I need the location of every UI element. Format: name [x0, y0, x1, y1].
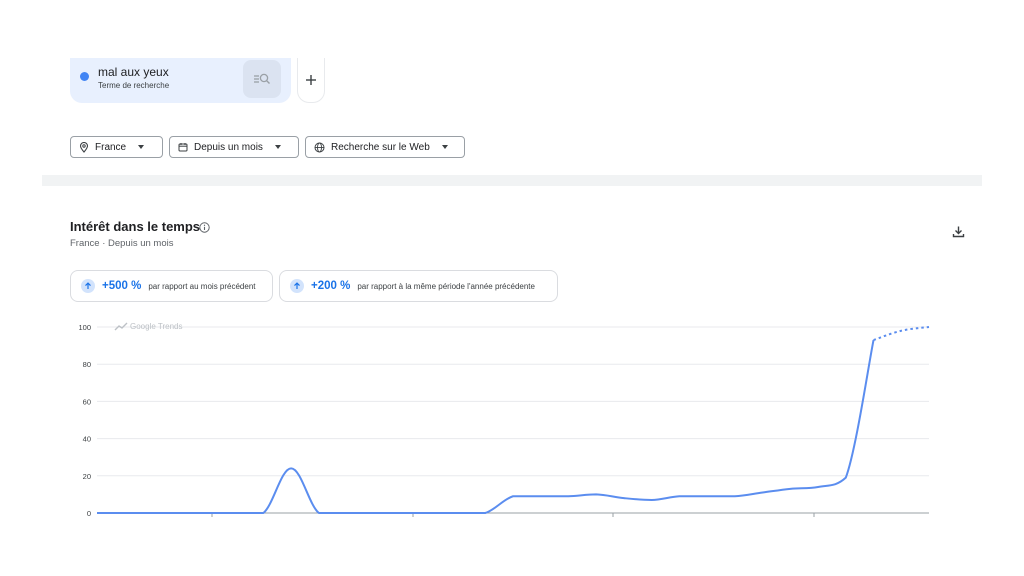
chevron-down-icon [138, 145, 145, 149]
filter-region-label: France [95, 141, 127, 153]
filter-search-type[interactable]: Recherche sur le Web [305, 136, 465, 158]
add-term-button[interactable] [297, 58, 325, 103]
calendar-icon [178, 143, 188, 152]
plus-icon [306, 75, 316, 85]
download-icon[interactable] [952, 225, 965, 238]
chevron-down-icon [274, 145, 281, 149]
chevron-down-icon [441, 145, 448, 149]
y-tick-label: 100 [78, 323, 91, 332]
location-pin-icon [79, 141, 89, 153]
y-tick-label: 20 [83, 472, 91, 481]
stat-value: +200 % [311, 280, 351, 292]
info-icon[interactable] [199, 222, 210, 233]
globe-icon [314, 142, 325, 152]
interest-over-time-chart[interactable]: 0 20 40 60 80 100 Google Trends [0, 310, 1024, 530]
series-line [97, 339, 875, 514]
filter-time-range-label: Depuis un mois [194, 141, 263, 153]
stat-description: par rapport à la même période l'année pr… [357, 281, 535, 291]
arrow-up-icon [290, 279, 304, 293]
search-term-subtitle: Terme de recherche [98, 81, 170, 90]
stat-chip-previous-year[interactable]: +200 % par rapport à la même période l'a… [279, 270, 558, 302]
filter-region[interactable]: France [70, 136, 163, 158]
y-tick-label: 60 [83, 397, 91, 406]
series-color-dot [80, 72, 89, 81]
search-term-name: mal aux yeux [98, 65, 169, 79]
search-compare-icon[interactable] [243, 60, 281, 98]
stat-description: par rapport au mois précédent [148, 281, 256, 291]
y-tick-label: 0 [87, 509, 91, 518]
trends-watermark: Google Trends [130, 322, 182, 331]
filter-time-range[interactable]: Depuis un mois [169, 136, 299, 158]
stat-chip-previous-month[interactable]: +500 % par rapport au mois précédent [70, 270, 273, 302]
chart-svg: 0 20 40 60 80 100 Google Trends [78, 322, 930, 518]
arrow-up-icon [81, 279, 95, 293]
filter-search-type-label: Recherche sur le Web [331, 141, 430, 153]
section-subtitle: France · Depuis un mois [70, 238, 174, 249]
series-line-partial [873, 326, 930, 341]
y-tick-label: 40 [83, 435, 91, 444]
stat-value: +500 % [102, 280, 142, 292]
section-divider [42, 175, 982, 186]
y-tick-label: 80 [83, 360, 91, 369]
search-term-card[interactable]: mal aux yeux Terme de recherche [70, 58, 291, 103]
section-title: Intérêt dans le temps [70, 219, 201, 234]
